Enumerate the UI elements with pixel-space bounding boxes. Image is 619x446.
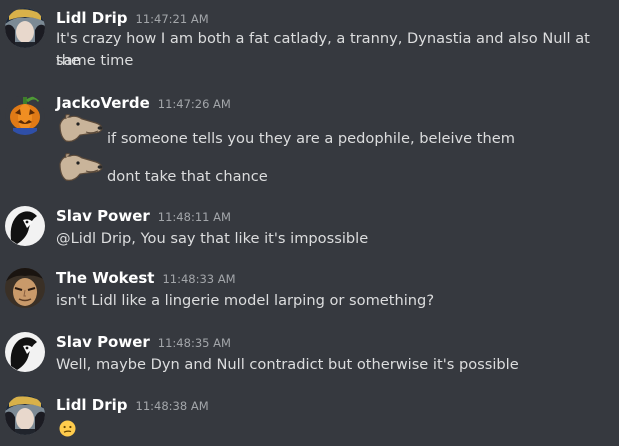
message-header: Slav Power 11:48:11 AM <box>56 206 231 225</box>
username[interactable]: JackoVerde <box>56 94 150 112</box>
greyhound-emote-icon <box>56 113 104 147</box>
timestamp: 11:47:26 AM <box>157 97 231 111</box>
username[interactable]: Slav Power <box>56 333 150 351</box>
avatar-slav-power-icon <box>5 206 45 246</box>
avatar-lidl-drip-icon <box>5 8 45 48</box>
greyhound-emote-icon <box>56 152 104 186</box>
username[interactable]: Lidl Drip <box>56 396 128 414</box>
username[interactable]: The Wokest <box>56 269 154 287</box>
timestamp: 11:48:38 AM <box>135 399 209 413</box>
avatar[interactable] <box>5 332 45 372</box>
avatar[interactable] <box>5 8 45 48</box>
timestamp: 11:48:33 AM <box>162 272 236 286</box>
avatar[interactable] <box>5 268 45 308</box>
confused-face-emoji-icon <box>59 420 76 437</box>
avatar[interactable] <box>5 95 45 135</box>
message-header: Lidl Drip 11:47:21 AM <box>56 8 209 27</box>
avatar[interactable] <box>5 206 45 246</box>
message-header: Slav Power 11:48:35 AM <box>56 332 231 351</box>
message-header: Lidl Drip 11:48:38 AM <box>56 395 209 414</box>
message-text: Well, maybe Dyn and Null contradict but … <box>56 356 519 373</box>
pumpkin-avatar-icon <box>10 96 41 135</box>
message-text: @Lidl Drip, You say that like it's impos… <box>56 230 369 247</box>
message-header: The Wokest 11:48:33 AM <box>56 268 236 287</box>
avatar-the-wokest-icon <box>5 268 45 308</box>
username[interactable]: Lidl Drip <box>56 9 128 27</box>
message-text: dont take that chance <box>107 168 268 185</box>
username[interactable]: Slav Power <box>56 207 150 225</box>
avatar[interactable] <box>5 395 45 435</box>
timestamp: 11:48:35 AM <box>157 336 231 350</box>
timestamp: 11:47:21 AM <box>135 12 209 26</box>
message-text: isn't Lidl like a lingerie model larping… <box>56 292 435 309</box>
avatar-slav-power-icon <box>5 332 45 372</box>
timestamp: 11:48:11 AM <box>157 210 231 224</box>
message-text: same time <box>56 52 134 69</box>
avatar-lidl-drip-icon <box>5 395 45 435</box>
message-header: JackoVerde 11:47:26 AM <box>56 93 231 112</box>
message-text: if someone tells you they are a pedophil… <box>107 130 515 147</box>
